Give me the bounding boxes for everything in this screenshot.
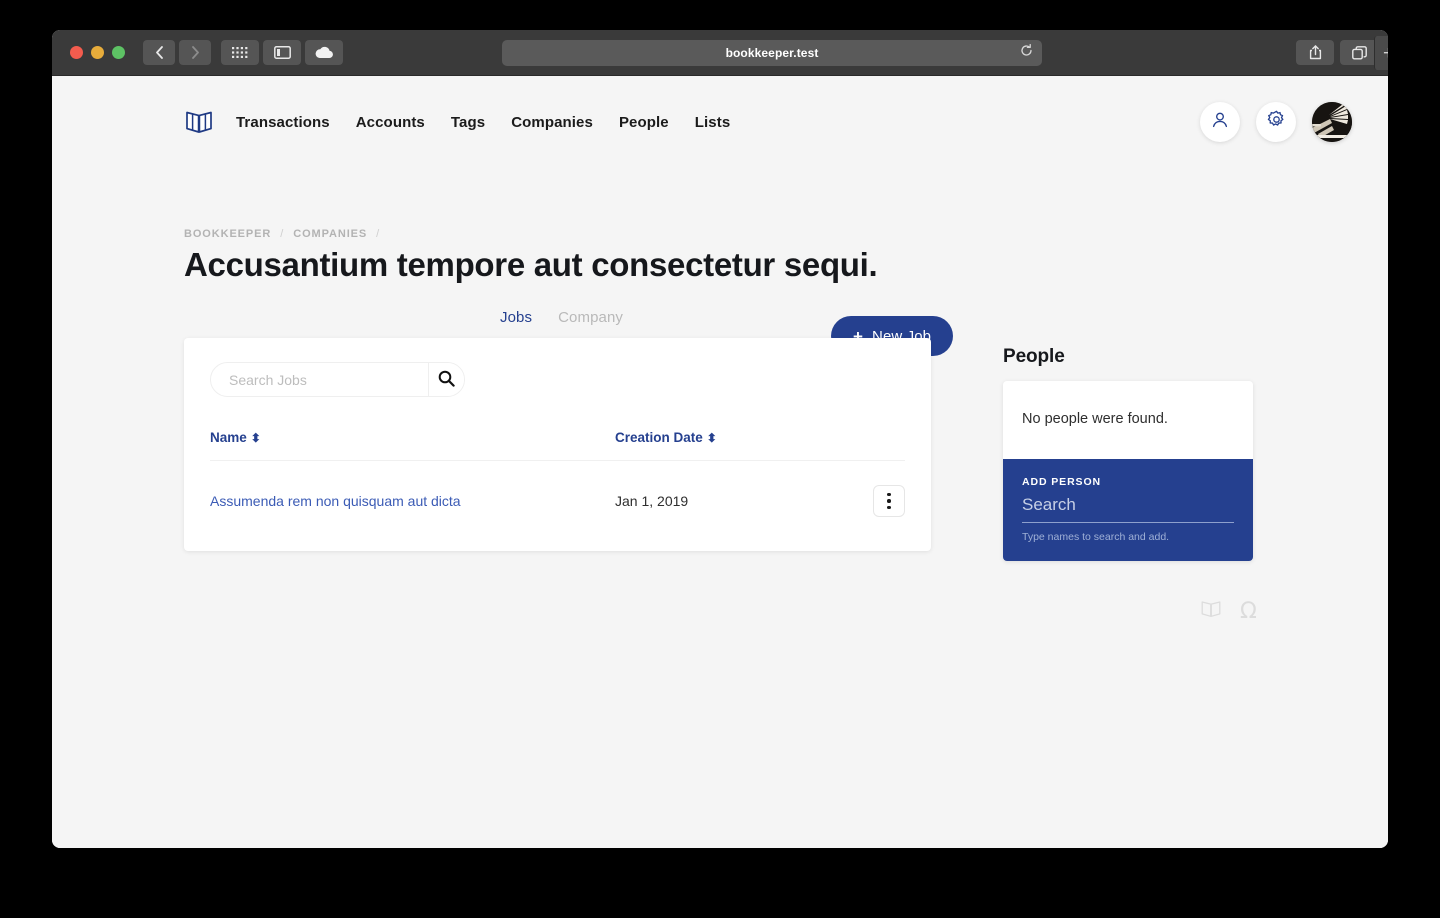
column-header-actions bbox=[855, 430, 905, 461]
forward-chevron-icon bbox=[191, 46, 200, 59]
sidebar-icon bbox=[273, 46, 291, 59]
nav-link-people[interactable]: People bbox=[619, 114, 669, 131]
reload-icon[interactable] bbox=[1020, 43, 1033, 62]
jobs-table: Name ⬍ Creation Date ⬍ Assumenda rem non q… bbox=[210, 430, 905, 523]
column-header-name[interactable]: Name ⬍ bbox=[210, 430, 615, 461]
jobs-search bbox=[210, 362, 465, 397]
window-controls bbox=[70, 46, 125, 59]
settings-button[interactable] bbox=[1256, 102, 1296, 142]
book-logo-icon bbox=[1200, 598, 1222, 625]
breadcrumb-separator: / bbox=[280, 228, 285, 240]
column-header-creation-date[interactable]: Creation Date ⬍ bbox=[615, 430, 855, 461]
sort-icon[interactable]: ⬍ bbox=[251, 431, 261, 445]
tab-overview-button[interactable] bbox=[1340, 40, 1378, 65]
minimize-window-button[interactable] bbox=[91, 46, 104, 59]
nav-link-tags[interactable]: Tags bbox=[451, 114, 485, 131]
breadcrumb-item-companies[interactable]: COMPANIES bbox=[293, 228, 367, 240]
navigation-buttons bbox=[143, 40, 211, 65]
column-header-creation-date-label: Creation Date bbox=[615, 430, 703, 445]
kebab-dot bbox=[887, 505, 891, 510]
breadcrumb-item-bookkeeper[interactable]: BOOKKEEPER bbox=[184, 228, 271, 240]
app-header: Transactions Accounts Tags Companies Peo… bbox=[52, 76, 1388, 168]
back-button[interactable] bbox=[143, 40, 175, 65]
kebab-dot bbox=[887, 499, 891, 503]
url-text: bookkeeper.test bbox=[725, 46, 819, 60]
search-submit-button[interactable] bbox=[428, 363, 464, 396]
cell-creation-date: Jan 1, 2019 bbox=[615, 493, 689, 509]
header-actions bbox=[1200, 102, 1352, 142]
gear-icon bbox=[1266, 109, 1287, 135]
toolbar-extra-buttons bbox=[221, 40, 343, 65]
omega-icon: Ω bbox=[1240, 598, 1257, 624]
browser-titlebar: bookkeeper.test bbox=[52, 30, 1388, 76]
table-header-row: Name ⬍ Creation Date ⬍ bbox=[210, 430, 905, 461]
nav-link-lists[interactable]: Lists bbox=[695, 114, 731, 131]
forward-button[interactable] bbox=[179, 40, 211, 65]
primary-navigation: Transactions Accounts Tags Companies Peo… bbox=[236, 114, 730, 131]
grid-icon bbox=[232, 46, 248, 59]
row-menu-button[interactable] bbox=[873, 485, 905, 517]
search-icon bbox=[438, 370, 455, 390]
page-title: Accusantium tempore aut consectetur sequ… bbox=[184, 246, 878, 283]
jobs-card: Name ⬍ Creation Date ⬍ Assumenda rem non q… bbox=[184, 338, 931, 551]
sort-icon[interactable]: ⬍ bbox=[707, 431, 717, 445]
breadcrumb: BOOKKEEPER / COMPANIES / bbox=[184, 228, 380, 240]
breadcrumb-separator: / bbox=[376, 228, 381, 240]
close-window-button[interactable] bbox=[70, 46, 83, 59]
account-button[interactable] bbox=[1200, 102, 1240, 142]
add-person-hint: Type names to search and add. bbox=[1022, 531, 1170, 543]
share-icon bbox=[1309, 45, 1322, 60]
people-empty-message: No people were found. bbox=[1022, 411, 1168, 427]
tabs-icon bbox=[1351, 45, 1367, 60]
toolbar-right-buttons bbox=[1296, 40, 1378, 65]
nav-link-companies[interactable]: Companies bbox=[511, 114, 593, 131]
jobs-table-head: Name ⬍ Creation Date ⬍ bbox=[210, 430, 905, 461]
icloud-button[interactable] bbox=[305, 40, 343, 65]
nav-link-transactions[interactable]: Transactions bbox=[236, 114, 330, 131]
footer-icons: Ω bbox=[1200, 598, 1257, 625]
cell-job-name: Assumenda rem non quisquam aut dicta bbox=[210, 461, 615, 524]
job-name-link[interactable]: Assumenda rem non quisquam aut dicta bbox=[210, 493, 461, 509]
add-person-label: ADD PERSON bbox=[1022, 476, 1102, 488]
back-chevron-icon bbox=[155, 46, 164, 59]
table-row: Assumenda rem non quisquam aut dicta Jan… bbox=[210, 461, 905, 524]
browser-window: bookkeeper.test Transactions Accounts Ta… bbox=[52, 30, 1388, 848]
people-card: No people were found. ADD PERSON Type na… bbox=[1003, 381, 1253, 561]
jobs-table-body: Assumenda rem non quisquam aut dicta Jan… bbox=[210, 461, 905, 524]
kebab-dot bbox=[887, 492, 891, 497]
user-avatar[interactable] bbox=[1312, 102, 1352, 142]
search-input[interactable] bbox=[211, 363, 428, 396]
cloud-icon bbox=[315, 46, 334, 59]
share-button[interactable] bbox=[1296, 40, 1334, 65]
page-content: Transactions Accounts Tags Companies Peo… bbox=[52, 76, 1388, 848]
sidebar-toggle-button[interactable] bbox=[263, 40, 301, 65]
person-icon bbox=[1210, 110, 1230, 135]
new-tab-button[interactable]: + bbox=[1374, 36, 1388, 70]
add-person-search-input[interactable] bbox=[1022, 495, 1234, 523]
maximize-window-button[interactable] bbox=[112, 46, 125, 59]
nav-link-accounts[interactable]: Accounts bbox=[356, 114, 425, 131]
people-heading: People bbox=[1003, 346, 1065, 367]
column-header-name-label: Name bbox=[210, 430, 247, 445]
cell-row-actions bbox=[855, 461, 905, 524]
add-person-section: ADD PERSON Type names to search and add. bbox=[1003, 459, 1253, 561]
show-all-tabs-button[interactable] bbox=[221, 40, 259, 65]
book-logo-icon[interactable] bbox=[184, 107, 214, 137]
address-bar[interactable]: bookkeeper.test bbox=[502, 40, 1042, 66]
